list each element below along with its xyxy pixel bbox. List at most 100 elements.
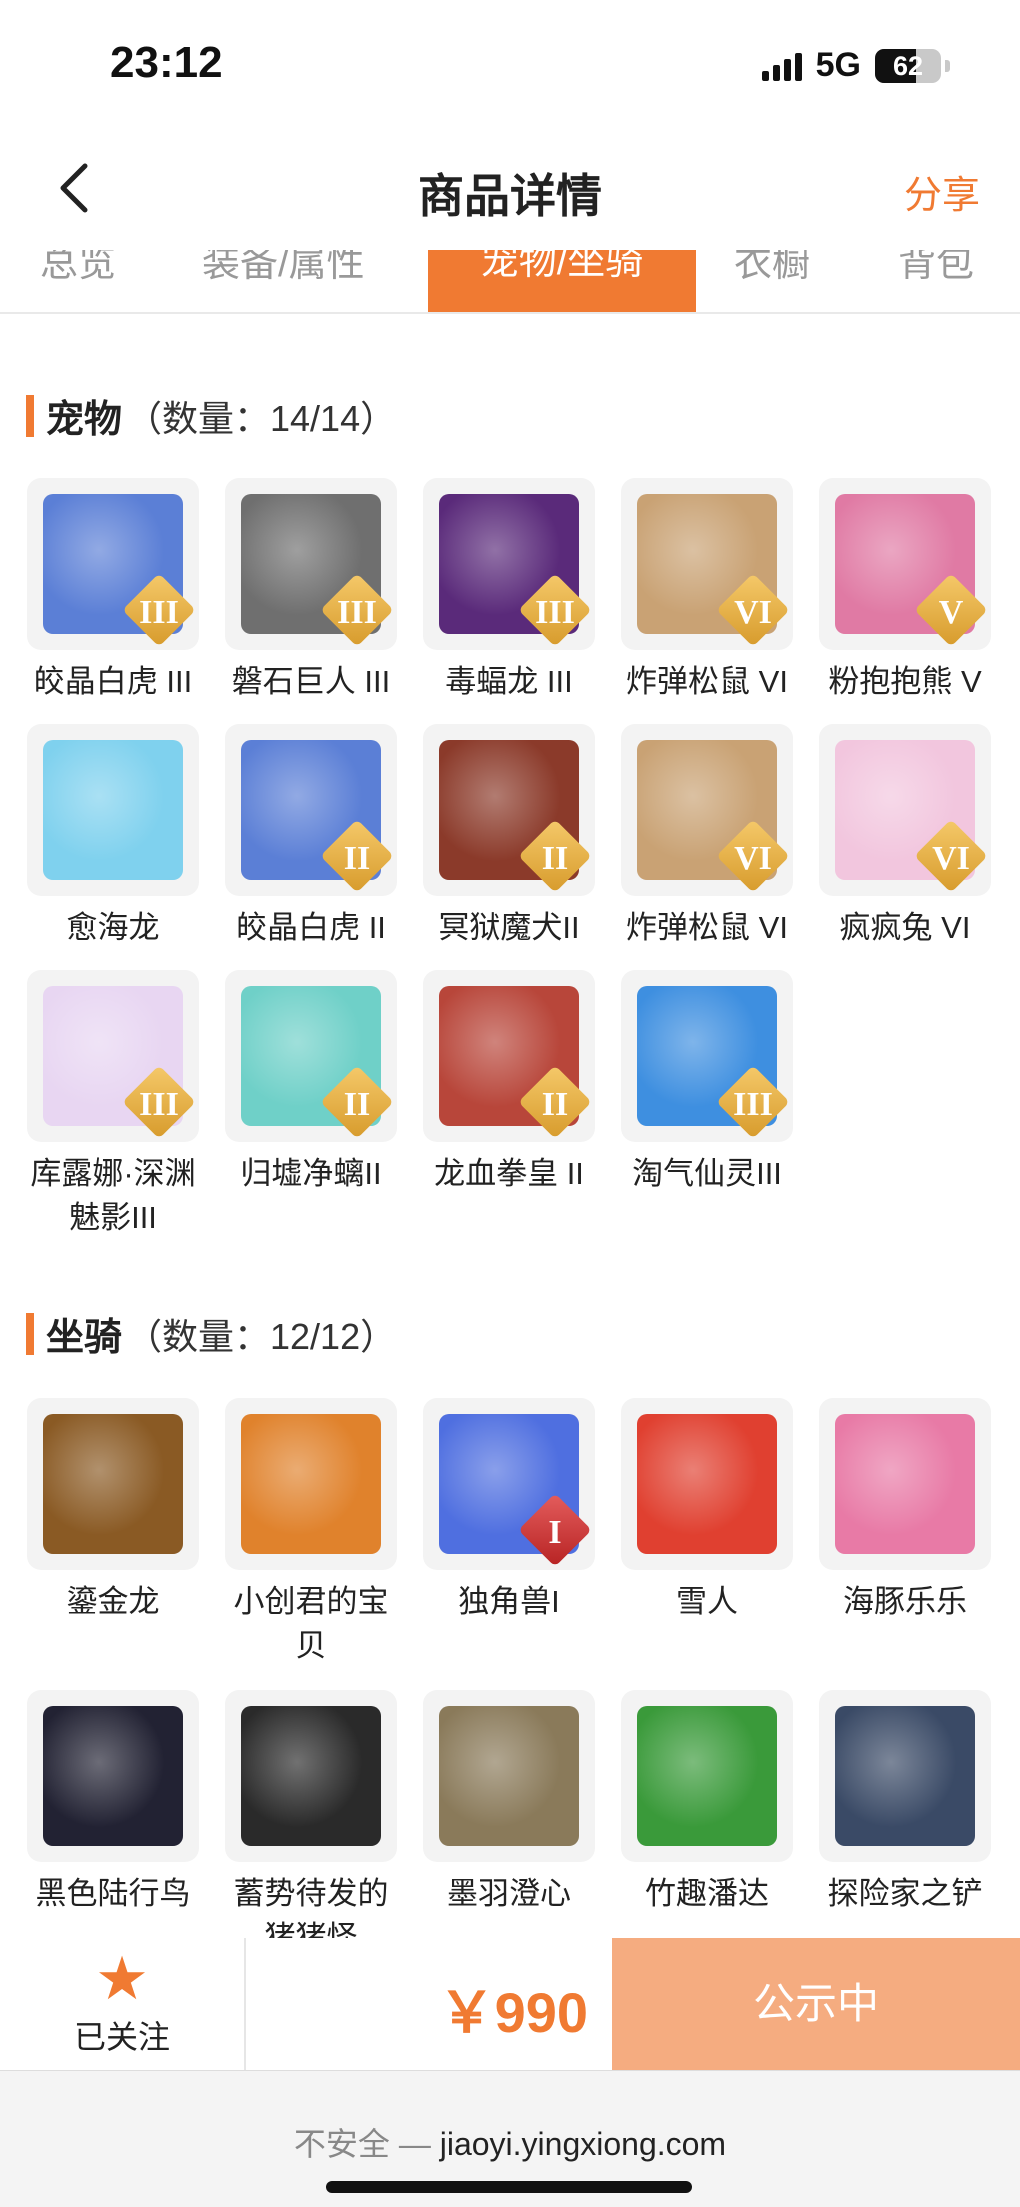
grid-item[interactable]: II 皎晶白虎 II [225, 724, 397, 950]
grid-item[interactable]: II 归墟净螭II [225, 970, 397, 1196]
dolphin-icon [835, 1414, 975, 1554]
item-thumbnail [225, 1398, 397, 1570]
grid-item[interactable]: V 粉抱抱熊 V [819, 478, 991, 704]
tab-equipment[interactable]: 装备/属性 [202, 250, 365, 287]
item-name: 炸弹松鼠 VI [626, 664, 788, 699]
grid-item[interactable]: II 龙血拳皇 II [423, 970, 595, 1196]
black-bird-icon [43, 1706, 183, 1846]
item-thumbnail [423, 1690, 595, 1862]
grid-item[interactable]: 蓄势待发的猪猪怪 [225, 1690, 397, 1960]
item-thumbnail [27, 1690, 199, 1862]
golden-dragon-icon [43, 1414, 183, 1554]
rank-badge-text: III [535, 594, 575, 631]
item-thumbnail: II [225, 724, 397, 896]
item-thumbnail: III [225, 478, 397, 650]
item-name: 皎晶白虎 III [33, 664, 193, 699]
tab-pets-mounts-label: 宠物/坐骑 [480, 250, 644, 283]
grid-item[interactable]: 墨羽澄心 [423, 1690, 595, 1916]
item-name: 粉抱抱熊 V [828, 664, 982, 699]
grid-item[interactable]: 鎏金龙 [27, 1398, 199, 1624]
grid-item[interactable]: 小创君的宝贝 [225, 1398, 397, 1668]
share-button[interactable]: 分享 [904, 164, 980, 219]
grid-item[interactable]: VI 疯疯兔 VI [819, 724, 991, 950]
grid-item[interactable]: II 冥狱魔犬II [423, 724, 595, 950]
item-thumbnail: II [423, 970, 595, 1142]
follow-label: 已关注 [73, 2019, 170, 2055]
mounts-count: （数量：12/12） [126, 1315, 397, 1357]
rank-badge-text: II [541, 1086, 569, 1123]
nav-header: 商品详情 分享 [0, 130, 1020, 250]
rank-badge-text: III [337, 594, 377, 631]
phoenix-icon [241, 1414, 381, 1554]
grid-item[interactable]: 海豚乐乐 [819, 1398, 991, 1624]
rank-badge-text: VI [734, 594, 772, 631]
page-title: 商品详情 [418, 170, 602, 222]
item-thumbnail: III [27, 478, 199, 650]
item-thumbnail [819, 1690, 991, 1862]
grid-item[interactable]: I 独角兽I [423, 1398, 595, 1624]
feather-blade-icon [439, 1706, 579, 1846]
pets-section-header: 宠物 （数量：14/14） [26, 388, 396, 443]
item-thumbnail [621, 1690, 793, 1862]
item-thumbnail [27, 1398, 199, 1570]
grid-item[interactable]: III 淘气仙灵III [621, 970, 793, 1196]
snowman-icon [637, 1414, 777, 1554]
tab-backpack[interactable]: 背包 [898, 250, 974, 287]
grid-item[interactable]: VI 炸弹松鼠 VI [621, 478, 793, 704]
shovel-icon [835, 1706, 975, 1846]
browser-address-bar[interactable]: 不安全 — jiaoyi.yingxiong.com [0, 2070, 1020, 2207]
grid-item[interactable]: III 库露娜·深渊魅影III [27, 970, 199, 1240]
item-thumbnail: VI [819, 724, 991, 896]
rank-badge-text: III [139, 594, 179, 631]
section-accent-bar [26, 1312, 34, 1355]
grid-item[interactable]: 探险家之铲 [819, 1690, 991, 1916]
follow-button[interactable]: ★ 已关注 [0, 1938, 244, 2070]
item-name: 龙血拳皇 II [434, 1156, 584, 1191]
rank-badge-text: I [548, 1514, 562, 1551]
pets-count: （数量：14/14） [126, 397, 397, 439]
url-separator: — [389, 2126, 440, 2162]
item-thumbnail: VI [621, 478, 793, 650]
tab-wardrobe[interactable]: 衣橱 [734, 250, 810, 287]
mounts-section-header: 坐骑 （数量：12/12） [26, 1306, 396, 1361]
item-name: 毒蝠龙 III [445, 664, 573, 699]
grid-item[interactable]: 雪人 [621, 1398, 793, 1624]
bottom-action-bar: ★ 已关注 ￥990 公示中 [0, 1938, 1020, 2070]
grid-item[interactable]: 愈海龙 [27, 724, 199, 950]
battery-icon: 62 [875, 48, 941, 83]
item-name: 墨羽澄心 [447, 1876, 571, 1911]
tab-bar: 总览 装备/属性 宠物/坐骑 衣橱 背包 [0, 250, 1020, 314]
item-thumbnail: I [423, 1398, 595, 1570]
network-type: 5G [815, 46, 861, 84]
pets-section-title: 宠物 [46, 399, 123, 441]
status-time: 23:12 [110, 38, 223, 87]
grid-item[interactable]: III 磐石巨人 III [225, 478, 397, 704]
star-icon: ★ [95, 1945, 149, 2012]
rank-badge-text: II [541, 840, 569, 877]
item-thumbnail: V [819, 478, 991, 650]
item-name: 海豚乐乐 [843, 1584, 967, 1619]
tab-overview[interactable]: 总览 [40, 250, 116, 287]
grid-item[interactable]: III 皎晶白虎 III [27, 478, 199, 704]
grid-item[interactable]: VI 炸弹松鼠 VI [621, 724, 793, 950]
item-name: 皎晶白虎 II [236, 910, 386, 945]
grid-item[interactable]: III 毒蝠龙 III [423, 478, 595, 704]
item-name: 探险家之铲 [827, 1876, 983, 1911]
item-name: 竹趣潘达 [645, 1876, 769, 1911]
item-name: 黑色陆行鸟 [35, 1876, 191, 1911]
battery-tip [945, 59, 950, 72]
grid-item[interactable]: 竹趣潘达 [621, 1690, 793, 1916]
panda-icon [637, 1706, 777, 1846]
signal-icon [761, 51, 802, 81]
item-thumbnail: II [225, 970, 397, 1142]
url-display[interactable]: 不安全 — jiaoyi.yingxiong.com [0, 2119, 1020, 2165]
insecure-label: 不安全 [293, 2126, 390, 2162]
tab-pets-mounts[interactable]: 宠物/坐骑 [428, 250, 696, 312]
item-thumbnail: II [423, 724, 595, 896]
item-thumbnail [27, 724, 199, 896]
grid-item[interactable]: 黑色陆行鸟 [27, 1690, 199, 1916]
item-name: 炸弹松鼠 VI [626, 910, 788, 945]
status-indicators: 5G 62 [761, 46, 950, 85]
publicity-status-button[interactable]: 公示中 [612, 1938, 1020, 2070]
pig-icon [241, 1706, 381, 1846]
